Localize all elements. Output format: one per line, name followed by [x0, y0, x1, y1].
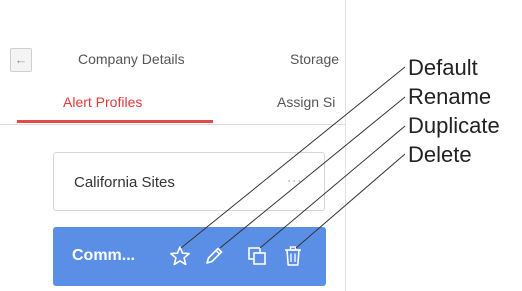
profile-name-selected: Comm...: [72, 247, 136, 264]
profile-name: California Sites: [74, 174, 175, 191]
duplicate-icon[interactable]: [246, 245, 268, 267]
arrow-left-icon[interactable]: ←: [10, 48, 32, 72]
star-icon[interactable]: [169, 245, 191, 267]
trash-icon[interactable]: [282, 245, 304, 267]
active-tab-indicator: [17, 120, 213, 123]
tab-alert-profiles[interactable]: Alert Profiles: [63, 94, 142, 110]
pencil-icon[interactable]: [203, 245, 225, 267]
callout-rename: Rename: [408, 84, 492, 109]
tab-bar-top: ← Company Details Storage: [0, 35, 345, 84]
alert-profiles-panel: ← Company Details Storage Alert Profiles…: [0, 0, 346, 291]
profile-card-selected[interactable]: Comm...: [53, 227, 326, 286]
callout-delete: Delete: [408, 142, 472, 167]
callout-duplicate: Duplicate: [408, 113, 500, 138]
tab-bar-secondary: Alert Profiles Assign Si: [0, 80, 345, 125]
callout-default: Default: [408, 55, 478, 80]
profile-card-california-sites[interactable]: California Sites ...: [53, 152, 325, 211]
tab-storage[interactable]: Storage: [290, 51, 339, 67]
tab-company-details[interactable]: Company Details: [78, 51, 185, 67]
tab-assign-sites[interactable]: Assign Si: [277, 94, 335, 110]
profile-menu[interactable]: ...: [287, 169, 303, 186]
